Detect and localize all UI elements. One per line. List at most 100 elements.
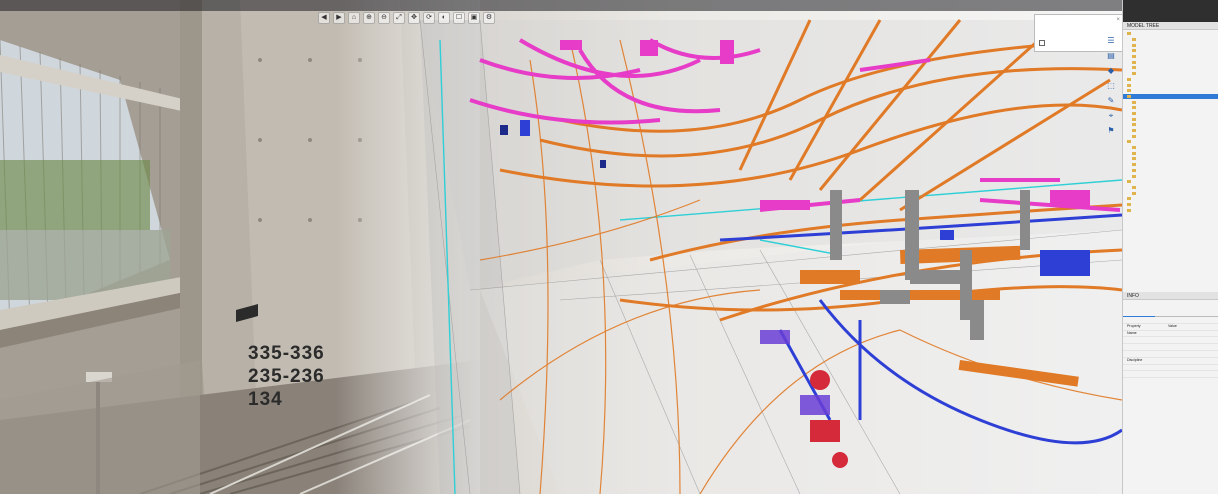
folder-icon bbox=[1132, 185, 1136, 189]
folder-icon bbox=[1132, 60, 1136, 64]
home-view-icon[interactable]: ⌂ bbox=[348, 12, 360, 24]
folder-icon bbox=[1132, 49, 1136, 53]
info-key bbox=[1123, 371, 1168, 377]
info-value: Value bbox=[1168, 323, 1177, 328]
folder-icon bbox=[1132, 146, 1136, 150]
fit-view-icon[interactable]: ⤢ bbox=[393, 12, 405, 24]
folder-icon bbox=[1132, 157, 1136, 161]
wall-section-numbers: 335-336 235-236 134 bbox=[248, 342, 325, 411]
info-value bbox=[1168, 331, 1218, 337]
info-tab[interactable] bbox=[1155, 310, 1187, 317]
bim-model-view[interactable] bbox=[0, 0, 1122, 494]
folder-icon bbox=[1132, 72, 1136, 76]
info-row: Property Value bbox=[1123, 324, 1218, 331]
folder-icon bbox=[1132, 66, 1136, 70]
folder-icon bbox=[1127, 140, 1131, 144]
folder-icon bbox=[1132, 111, 1136, 115]
folder-icon bbox=[1127, 197, 1131, 201]
checkbox-icon[interactable] bbox=[1039, 40, 1045, 46]
folder-icon bbox=[1127, 77, 1131, 81]
dont-show-checkbox[interactable] bbox=[1039, 40, 1047, 46]
flag-icon[interactable]: ⚑ bbox=[1106, 126, 1116, 136]
folder-icon bbox=[1132, 168, 1136, 172]
folder-icon bbox=[1127, 202, 1131, 206]
viewport[interactable]: 335-336 235-236 134 ◀ ▶ ⌂ ⊕ ⊖ ⤢ ✥ ⟳ ◐ ☐ … bbox=[0, 0, 1122, 494]
right-panel: MODEL TREE INFO Property Value Name Discipl… bbox=[1122, 0, 1218, 494]
info-value bbox=[1168, 317, 1218, 323]
folder-icon bbox=[1132, 163, 1136, 167]
pan-icon[interactable]: ✥ bbox=[408, 12, 420, 24]
folder-icon bbox=[1127, 180, 1131, 184]
wall-label-line: 134 bbox=[248, 389, 283, 410]
forward-icon[interactable]: ▶ bbox=[333, 12, 345, 24]
wall-label-line: 335-336 bbox=[248, 343, 325, 364]
info-key: Discipline bbox=[1127, 357, 1143, 362]
info-key: Name bbox=[1127, 330, 1137, 335]
side-tool-strip: ☰ ▤ ◆ ⬚ ✎ ⌖ ⚑ bbox=[1103, 36, 1119, 156]
info-key bbox=[1123, 365, 1168, 371]
info-row: Discipline bbox=[1123, 358, 1218, 365]
info-value bbox=[1168, 344, 1218, 350]
info-value bbox=[1168, 337, 1218, 343]
folder-icon bbox=[1132, 191, 1136, 195]
orbit-icon[interactable]: ⟳ bbox=[423, 12, 435, 24]
info-tab[interactable] bbox=[1123, 310, 1155, 317]
wall-label-line: 235-236 bbox=[248, 366, 325, 387]
info-tab[interactable] bbox=[1187, 310, 1218, 317]
info-row: Name bbox=[1123, 331, 1218, 338]
info-key bbox=[1123, 317, 1168, 323]
info-header[interactable]: INFO bbox=[1123, 292, 1218, 300]
model-tree-header[interactable]: MODEL TREE bbox=[1123, 22, 1218, 30]
panel-topbar bbox=[1123, 0, 1218, 22]
info-key bbox=[1123, 351, 1168, 357]
folder-icon bbox=[1132, 129, 1136, 133]
render-mode-icon[interactable]: ◐ bbox=[438, 12, 450, 24]
info-tabs bbox=[1123, 310, 1218, 317]
markup-icon[interactable]: ✎ bbox=[1106, 96, 1116, 106]
info-row bbox=[1123, 317, 1218, 324]
top-toolbar bbox=[0, 0, 1122, 11]
info-title bbox=[1123, 301, 1218, 309]
info-row bbox=[1123, 351, 1218, 358]
section-box-icon[interactable]: ☐ bbox=[453, 12, 465, 24]
folder-icon bbox=[1132, 151, 1136, 155]
info-value bbox=[1168, 351, 1218, 357]
info-value bbox=[1168, 358, 1218, 364]
folder-icon bbox=[1132, 100, 1136, 104]
object-icon[interactable]: ◆ bbox=[1106, 66, 1116, 76]
folder-icon bbox=[1127, 94, 1131, 98]
close-icon[interactable]: × bbox=[1116, 17, 1120, 23]
frame-icon[interactable]: ⬚ bbox=[1106, 81, 1116, 91]
info-row bbox=[1123, 344, 1218, 351]
info-panel: Property Value Name Discipline bbox=[1123, 301, 1218, 379]
info-key bbox=[1123, 337, 1168, 343]
settings-icon[interactable]: ⚙ bbox=[483, 12, 495, 24]
info-value bbox=[1168, 365, 1218, 371]
folder-icon bbox=[1132, 43, 1136, 47]
info-row bbox=[1123, 365, 1218, 372]
folder-icon bbox=[1132, 55, 1136, 59]
panel-icon[interactable]: ▤ bbox=[1106, 51, 1116, 61]
info-value bbox=[1168, 371, 1218, 377]
view-controls: ◀ ▶ ⌂ ⊕ ⊖ ⤢ ✥ ⟳ ◐ ☐ ▣ ⚙ bbox=[318, 12, 495, 24]
zoom-out-icon[interactable]: ⊖ bbox=[378, 12, 390, 24]
folder-icon bbox=[1132, 123, 1136, 127]
folder-icon bbox=[1127, 83, 1131, 87]
folder-icon bbox=[1132, 134, 1136, 138]
folder-icon bbox=[1132, 117, 1136, 121]
info-row bbox=[1123, 337, 1218, 345]
menu-icon[interactable]: ☰ bbox=[1106, 36, 1116, 46]
info-key: Property bbox=[1127, 323, 1141, 328]
tree-row[interactable] bbox=[1123, 207, 1218, 213]
info-row bbox=[1123, 371, 1218, 379]
zoom-in-icon[interactable]: ⊕ bbox=[363, 12, 375, 24]
info-table: Property Value Name Discipline bbox=[1123, 317, 1218, 379]
folder-icon bbox=[1127, 32, 1131, 36]
info-key bbox=[1123, 344, 1168, 350]
target-icon[interactable]: ⌖ bbox=[1106, 111, 1116, 121]
layers-icon[interactable]: ▣ bbox=[468, 12, 480, 24]
toolbar-menu bbox=[300, 1, 340, 7]
back-icon[interactable]: ◀ bbox=[318, 12, 330, 24]
model-tree bbox=[1123, 31, 1218, 213]
folder-icon bbox=[1132, 174, 1136, 178]
